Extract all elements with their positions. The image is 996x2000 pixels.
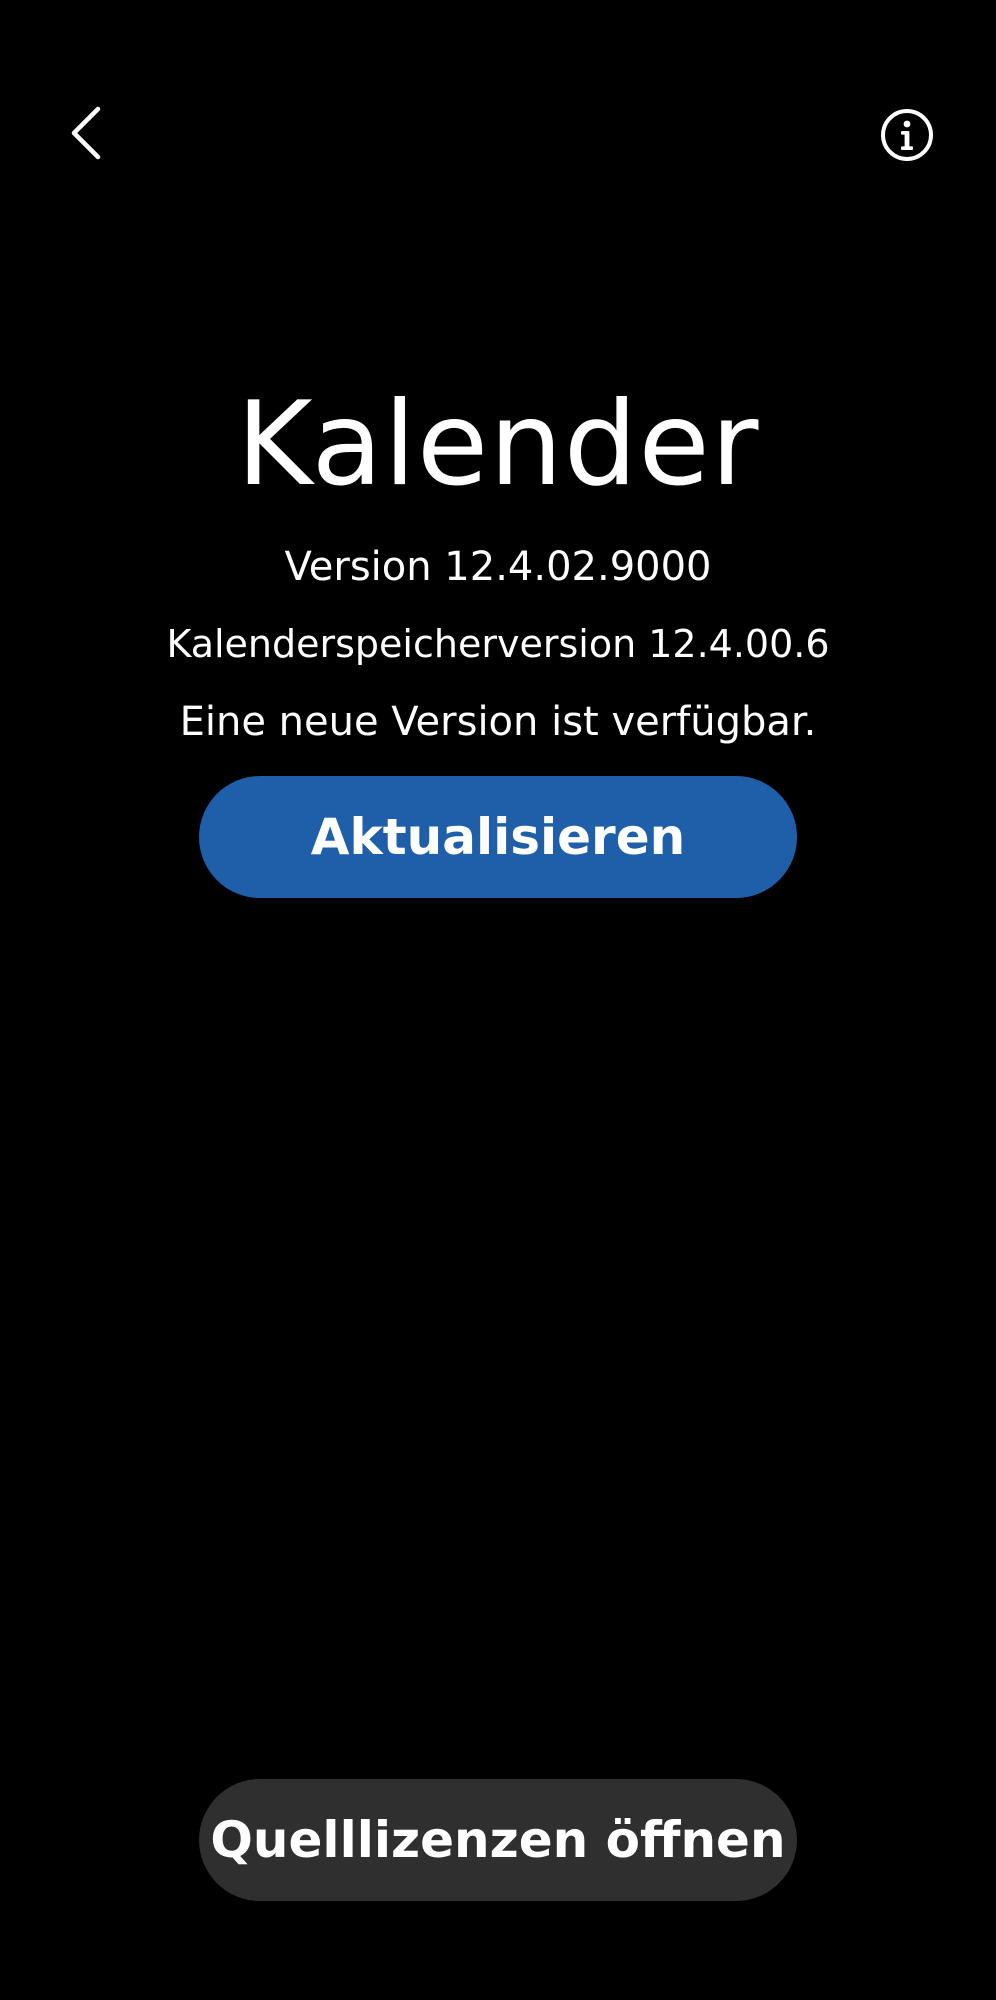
app-version: Version 12.4.02.9000: [284, 544, 712, 590]
info-button[interactable]: [872, 100, 942, 170]
update-button[interactable]: Aktualisieren: [199, 776, 797, 898]
open-source-licenses-button[interactable]: Quelllizenzen öffnen: [199, 1779, 797, 1901]
top-bar: [0, 0, 996, 260]
open-source-licenses-label: Quelllizenzen öffnen: [210, 1811, 786, 1869]
update-available-notice: Eine neue Version ist verfügbar.: [179, 699, 817, 745]
info-circle-icon: [881, 109, 933, 161]
update-button-label: Aktualisieren: [310, 808, 686, 866]
storage-version: Kalenderspeicherversion 12.4.00.6: [166, 622, 830, 666]
chevron-left-icon: [71, 106, 101, 160]
back-button[interactable]: [50, 90, 120, 176]
app-title: Kalender: [236, 377, 760, 512]
